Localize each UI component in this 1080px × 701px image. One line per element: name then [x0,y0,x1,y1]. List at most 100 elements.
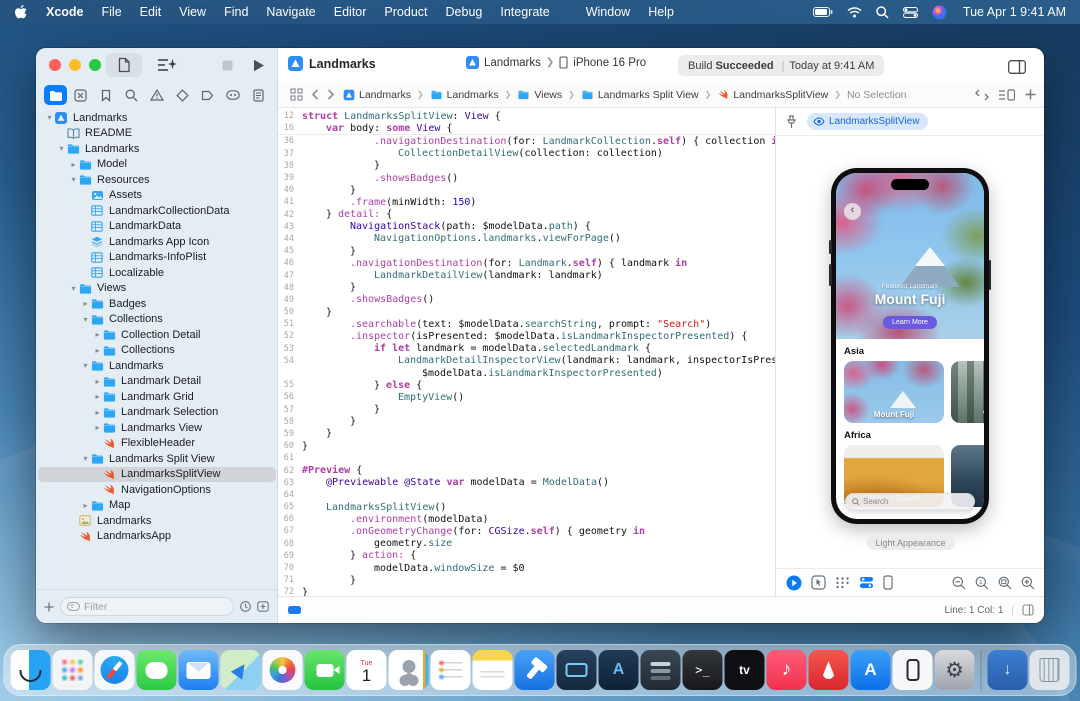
line-col-indicator[interactable]: Line: 1 Col: 1 [944,605,1003,616]
forward-button[interactable] [327,89,335,100]
navigator-tab-bookmarks[interactable] [95,85,118,105]
menu-window[interactable]: Window [577,5,639,19]
zoom-in-icon[interactable] [1021,576,1035,590]
filter-input[interactable]: Filter [60,597,234,616]
featured-landmark-hero[interactable]: ‹ Featured Landmark Mount Fuji Learn Mor… [836,173,984,339]
build-status[interactable]: BuildSucceeded | Today at 9:41 AM [678,55,884,76]
code-line[interactable]: 67.onGeometryChange(for: CGSize.self) { … [278,525,775,537]
close-button[interactable] [49,59,61,71]
code-line[interactable]: 47LandmarkDetailView(landmark: landmark) [278,269,775,281]
tree-item-landmark-detail[interactable]: ▸Landmark Detail [38,374,276,390]
run-button[interactable] [244,53,274,77]
code-line[interactable]: 36.navigationDestination(for: LandmarkCo… [278,135,775,147]
pin-preview-icon[interactable] [786,115,797,129]
tree-item-flexibleheader[interactable]: FlexibleHeader [38,436,276,452]
code-line[interactable]: 41.frame(minWidth: 150) [278,196,775,208]
dock-mail-icon[interactable] [179,650,219,690]
tree-item-landmarkcollectiondata[interactable]: LandmarkCollectionData [38,203,276,219]
tree-item-collections[interactable]: ▸Collections [38,343,276,359]
show-document-items-button[interactable] [106,53,142,77]
dock-downloads-icon[interactable]: ↓ [988,650,1028,690]
breadcrumb-segment[interactable]: No Selection [847,89,907,101]
code-line[interactable]: 57} [278,404,775,416]
dock-stacks-icon[interactable] [641,650,681,690]
dock-safari-icon[interactable] [95,650,135,690]
disclosure-closed-icon[interactable]: ▸ [92,423,103,432]
dock-rocket-icon[interactable] [809,650,849,690]
code-line[interactable]: 48} [278,282,775,294]
dock-photos-icon[interactable] [263,650,303,690]
breakpoint-indicator[interactable] [288,606,301,614]
dock-screenshare-icon[interactable] [557,650,597,690]
code-line[interactable]: 72} [278,586,775,596]
battery-icon[interactable] [813,7,833,17]
code-line[interactable]: 44NavigationOptions.landmarks.viewForPag… [278,233,775,245]
code-line[interactable]: 55} else { [278,379,775,391]
disclosure-open-icon[interactable]: ▾ [68,284,79,293]
code-line[interactable]: 50} [278,306,775,318]
disclosure-closed-icon[interactable]: ▸ [80,299,91,308]
window-title-bar[interactable]: Landmarks Landmarks ❯ iPhone 16 Pro Buil… [36,48,1044,82]
tree-item-model[interactable]: ▸Model [38,157,276,173]
search-icon[interactable] [876,6,889,19]
code-line[interactable]: 64 [278,489,775,501]
source-editor[interactable]: 12struct LandmarksSplitView: View {16var… [278,108,775,596]
disclosure-open-icon[interactable]: ▾ [56,144,67,153]
back-button[interactable] [311,89,319,100]
menu-xcode[interactable]: Xcode [37,5,93,19]
preview-target-chip[interactable]: LandmarksSplitView [807,113,928,130]
code-line[interactable]: 51.searchable(text: $modelData.searchStr… [278,318,775,330]
tree-item-landmarks-view[interactable]: ▸Landmarks View [38,420,276,436]
code-line[interactable]: 40} [278,184,775,196]
code-line[interactable]: 63@Previewable @State var modelData = Mo… [278,477,775,489]
code-line[interactable]: 16var body: some View { [278,122,775,134]
code-line[interactable]: 54LandmarkDetailInspectorView(landmark: … [278,355,775,367]
menu-clock[interactable]: Tue Apr 1 9:41 AM [963,5,1066,19]
code-line[interactable]: 61 [278,452,775,464]
editor-options-icon[interactable] [999,89,1015,101]
tree-item-resources[interactable]: ▾Resources [38,172,276,188]
dock-reminders-icon[interactable] [431,650,471,690]
variants-grid-icon[interactable] [835,576,850,589]
tree-item-landmarkssplitview[interactable]: LandmarksSplitView [38,467,276,483]
navigator-tab-find[interactable] [120,85,143,105]
navigator-tab-reports[interactable] [247,85,270,105]
breadcrumb-segment[interactable]: Views [517,89,562,101]
preview-search-bar[interactable]: Search [845,493,975,510]
tree-item-landmarks-app-icon[interactable]: Landmarks App Icon [38,234,276,250]
menu-view[interactable]: View [170,5,215,19]
pointer-mode-icon[interactable] [811,575,826,590]
disclosure-closed-icon[interactable]: ▸ [92,346,103,355]
dock-music-icon[interactable]: ♪ [767,650,807,690]
code-line[interactable]: 49.showsBadges() [278,294,775,306]
disclosure-closed-icon[interactable]: ▸ [92,377,103,386]
code-line[interactable]: 66.environment(modelData) [278,513,775,525]
tree-item-landmarksapp[interactable]: LandmarksApp [38,529,276,545]
code-line[interactable]: 39.showsBadges() [278,172,775,184]
dock-trash-icon[interactable] [1030,650,1070,690]
tree-item-landmarks[interactable]: ▾Landmarks [38,110,276,126]
code-line[interactable]: 58} [278,416,775,428]
live-preview-play-icon[interactable] [786,575,802,591]
appearance-label[interactable]: Light Appearance [866,536,954,550]
disclosure-open-icon[interactable]: ▾ [80,315,91,324]
tree-item-assets[interactable]: Assets [38,188,276,204]
tree-item-localizable[interactable]: Localizable [38,265,276,281]
menu-edit[interactable]: Edit [131,5,171,19]
code-line[interactable]: 62#Preview { [278,464,775,476]
tree-item-collection-detail[interactable]: ▸Collection Detail [38,327,276,343]
tree-item-map[interactable]: ▸Map [38,498,276,514]
tree-item-landmarks[interactable]: Landmarks [38,513,276,529]
breadcrumb-segment[interactable]: Landmarks [430,89,499,101]
navigator-tab-breakpoints[interactable] [196,85,219,105]
menu-integrate[interactable]: Integrate [491,5,558,19]
tree-item-readme[interactable]: README [38,126,276,142]
tree-item-landmarkdata[interactable]: LandmarkData [38,219,276,235]
navigator-tab-tests[interactable] [171,85,194,105]
zoom-button[interactable] [89,59,101,71]
zoom-one-icon[interactable]: 1 [975,576,989,590]
control-center-icon[interactable] [903,7,918,18]
disclosure-closed-icon[interactable]: ▸ [80,501,91,510]
zoom-out-icon[interactable] [952,576,966,590]
minimap-toggle-icon[interactable] [1022,604,1034,616]
